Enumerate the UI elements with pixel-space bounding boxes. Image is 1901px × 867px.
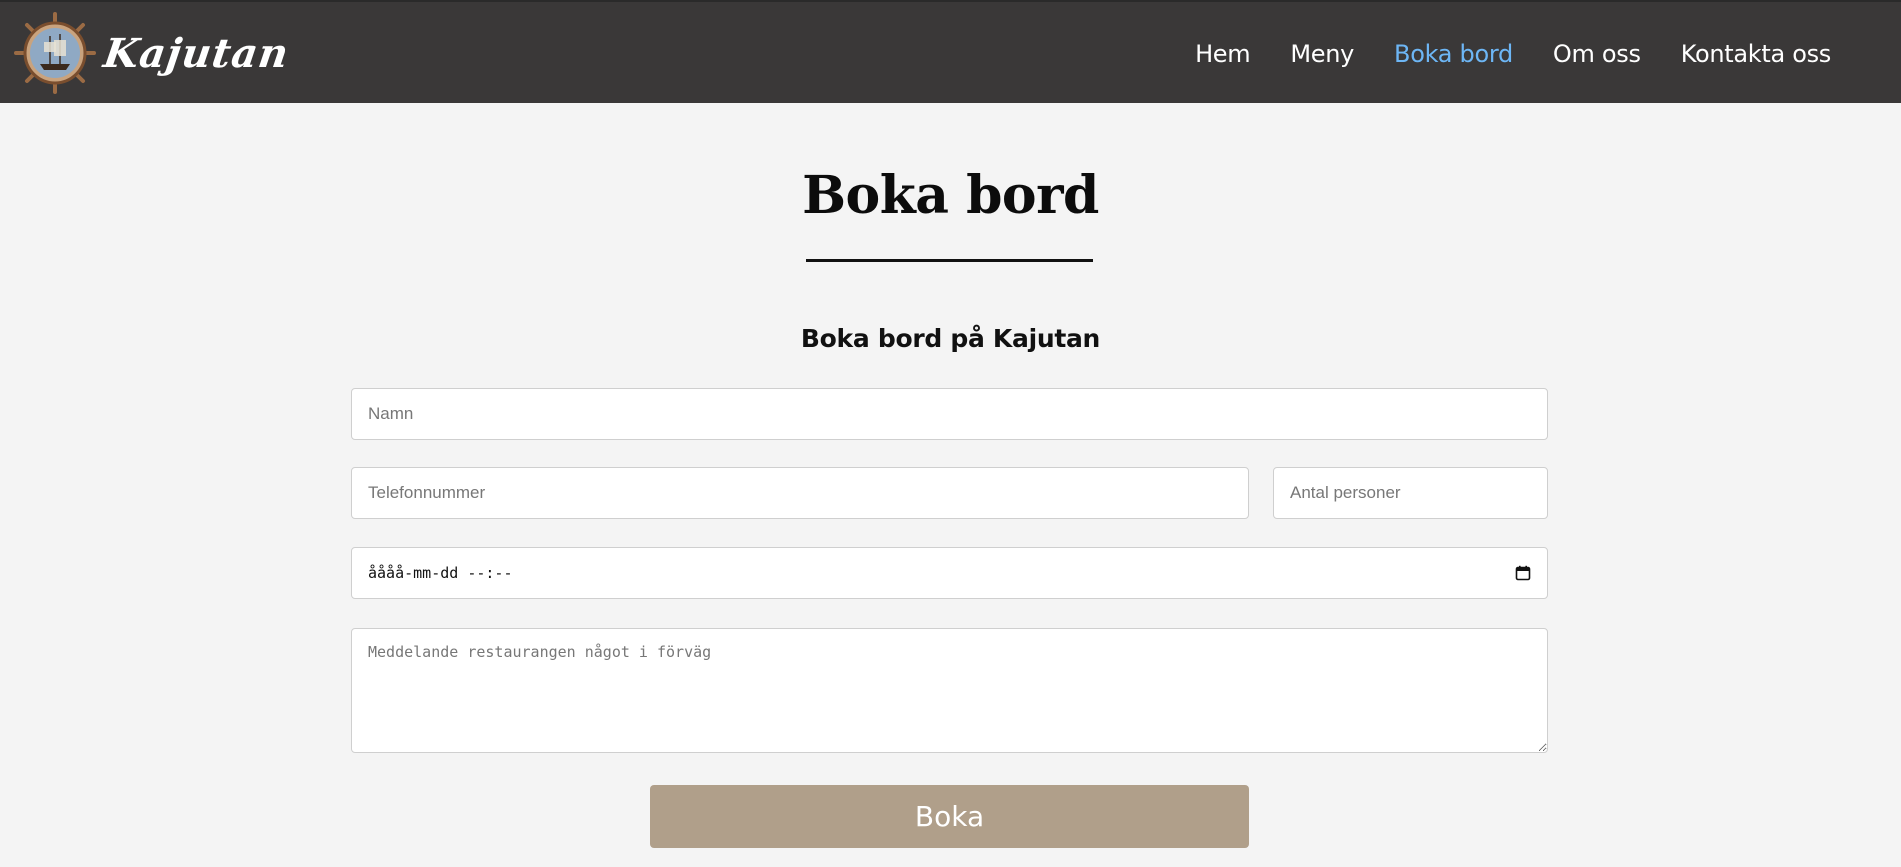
- datetime-input[interactable]: åååå-mm-dd --:--: [351, 547, 1548, 599]
- message-textarea[interactable]: [351, 628, 1548, 753]
- phone-input[interactable]: [351, 467, 1249, 519]
- name-input[interactable]: [351, 388, 1548, 440]
- main-nav: Hem Meny Boka bord Om oss Kontakta oss: [1195, 2, 1831, 105]
- page-title: Boka bord: [802, 165, 1099, 226]
- guests-input[interactable]: [1273, 467, 1548, 519]
- nav-item-hem[interactable]: Hem: [1195, 40, 1251, 68]
- nav-item-kontakta-oss[interactable]: Kontakta oss: [1681, 40, 1832, 68]
- nav-item-om-oss[interactable]: Om oss: [1553, 40, 1641, 68]
- brand-name: Kajutan: [100, 29, 293, 77]
- top-navbar: Kajutan Hem Meny Boka bord Om oss Kontak…: [0, 0, 1901, 103]
- ship-wheel-icon: [14, 12, 96, 94]
- nav-item-meny[interactable]: Meny: [1290, 40, 1354, 68]
- datetime-value: åååå-mm-dd --:--: [368, 564, 513, 582]
- submit-booking-button[interactable]: Boka: [650, 785, 1249, 848]
- home-logo-link[interactable]: Kajutan: [14, 8, 292, 98]
- title-divider: [806, 259, 1093, 262]
- page-subtitle: Boka bord på Kajutan: [800, 324, 1101, 353]
- nav-item-boka-bord[interactable]: Boka bord: [1394, 40, 1513, 68]
- calendar-icon[interactable]: [1515, 565, 1531, 581]
